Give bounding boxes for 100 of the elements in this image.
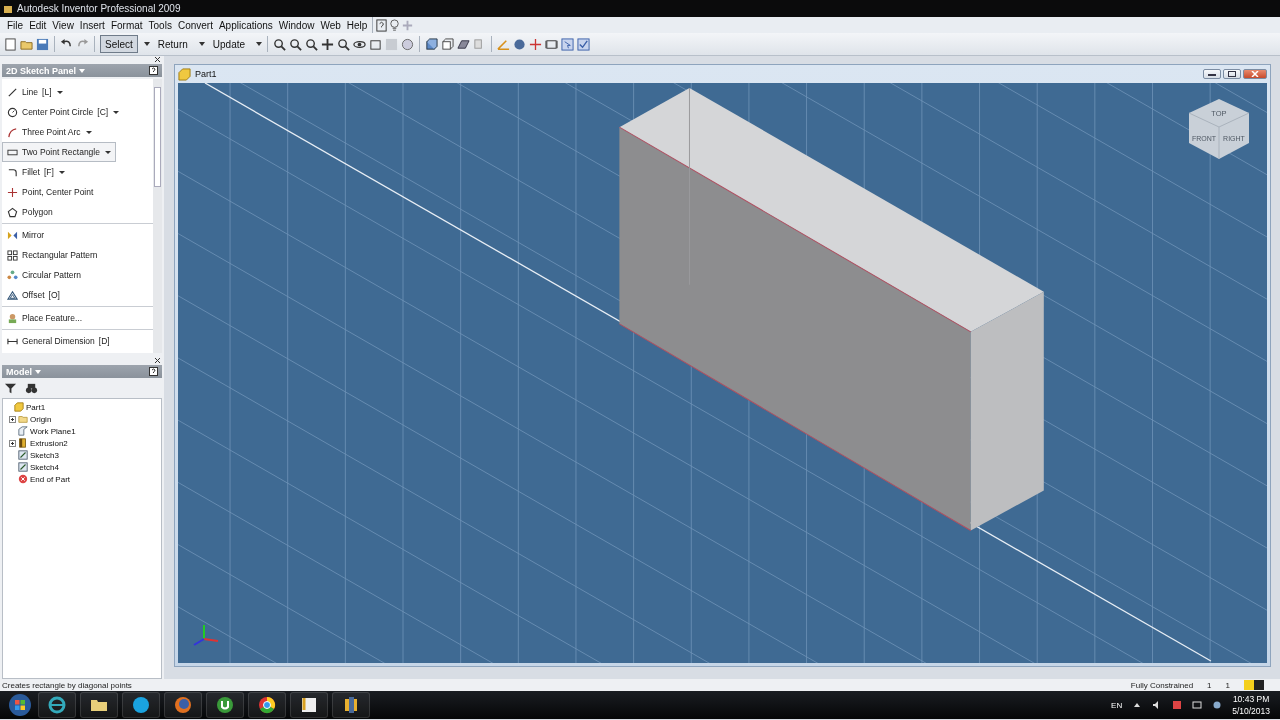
close-icon[interactable] bbox=[154, 56, 161, 63]
close-icon[interactable] bbox=[154, 357, 161, 364]
menu-item[interactable]: Format bbox=[107, 19, 146, 31]
taskbar-button[interactable] bbox=[206, 692, 244, 718]
menu-item[interactable]: Applications bbox=[215, 19, 276, 31]
scrollbar[interactable] bbox=[153, 79, 162, 353]
tool-item[interactable]: Two Point Rectangle bbox=[2, 142, 116, 162]
tool-item[interactable]: Place Feature... bbox=[2, 308, 106, 328]
color-swatch bbox=[1244, 680, 1264, 690]
taskbar-button[interactable] bbox=[332, 692, 370, 718]
caret-icon[interactable] bbox=[112, 108, 121, 116]
minimize-button[interactable] bbox=[1203, 69, 1221, 79]
crosshair-icon[interactable] bbox=[529, 37, 543, 51]
menu-item[interactable]: Tools bbox=[145, 19, 175, 31]
taskbar-button[interactable] bbox=[290, 692, 328, 718]
sketch-icon bbox=[18, 462, 28, 472]
box-icon[interactable] bbox=[441, 37, 455, 51]
zoom-icon[interactable] bbox=[273, 37, 287, 51]
polygon-icon bbox=[7, 206, 18, 218]
expand-icon[interactable] bbox=[9, 439, 16, 447]
menu-item[interactable]: Web bbox=[317, 19, 344, 31]
help-icon[interactable] bbox=[149, 367, 158, 376]
tool-item[interactable]: Rectangular Pattern bbox=[2, 245, 106, 265]
filter-icon[interactable] bbox=[4, 381, 17, 395]
tool-item[interactable]: Circular Pattern bbox=[2, 265, 106, 285]
tool-item[interactable]: Fillet [F] bbox=[2, 162, 106, 182]
taskbar-button[interactable] bbox=[38, 692, 76, 718]
window-title: Autodesk Inventor Professional 2009 bbox=[17, 3, 181, 14]
arc-icon bbox=[7, 126, 18, 138]
menu-item[interactable]: Help bbox=[343, 19, 371, 31]
taskbar-button[interactable] bbox=[164, 692, 202, 718]
minimize-icon bbox=[1208, 72, 1216, 76]
toolbar-button[interactable]: Update bbox=[207, 35, 251, 53]
tree-item[interactable]: End of Part bbox=[9, 473, 159, 485]
tool-item[interactable]: Line [L] bbox=[2, 82, 106, 102]
clock-time[interactable]: 10:43 PM bbox=[1232, 693, 1270, 705]
app-icon bbox=[299, 695, 319, 715]
browser-icon bbox=[257, 695, 277, 715]
caret-icon[interactable] bbox=[256, 41, 263, 47]
slice-icon[interactable] bbox=[545, 37, 559, 51]
save-icon[interactable] bbox=[36, 37, 49, 51]
tool-item[interactable]: Mirror bbox=[2, 225, 106, 245]
maximize-button[interactable] bbox=[1223, 69, 1241, 79]
browser-icon bbox=[173, 695, 193, 715]
new-icon[interactable] bbox=[4, 37, 17, 51]
view-icon[interactable] bbox=[369, 37, 383, 51]
tree-item[interactable]: Sketch3 bbox=[9, 449, 159, 461]
clock-date[interactable]: 5/10/2013 bbox=[1232, 705, 1270, 717]
taskbar-button[interactable] bbox=[80, 692, 118, 718]
zoom-icon[interactable] bbox=[305, 37, 319, 51]
menu-item[interactable]: Convert bbox=[174, 19, 216, 31]
circle-icon bbox=[7, 106, 18, 118]
close-icon bbox=[1251, 71, 1259, 77]
toolbar-button[interactable]: Select bbox=[100, 35, 138, 53]
language-indicator[interactable]: EN bbox=[1111, 700, 1123, 710]
browser-icon bbox=[47, 695, 67, 715]
cube-icon[interactable] bbox=[425, 37, 439, 51]
taskbar-button[interactable] bbox=[248, 692, 286, 718]
check-icon[interactable] bbox=[577, 37, 591, 51]
caret-icon[interactable] bbox=[55, 88, 64, 96]
menu-item[interactable]: Window bbox=[275, 19, 318, 31]
tool-item[interactable]: Point, Center Point bbox=[2, 182, 106, 202]
caret-icon[interactable] bbox=[84, 128, 93, 136]
select-icon[interactable] bbox=[561, 37, 575, 51]
toolbar-button[interactable]: Return bbox=[152, 35, 193, 53]
zoom-icon[interactable] bbox=[289, 37, 303, 51]
tool-item[interactable]: Three Point Arc bbox=[2, 122, 106, 142]
zoom-icon[interactable] bbox=[337, 37, 351, 51]
lightbulb-icon[interactable] bbox=[388, 18, 402, 32]
network-icon[interactable] bbox=[1192, 700, 1203, 710]
tree-item[interactable]: Origin bbox=[9, 413, 159, 425]
point-icon bbox=[7, 186, 18, 198]
menu-item[interactable]: Insert bbox=[76, 19, 108, 31]
status-count: 1 bbox=[1207, 680, 1212, 690]
taskbar-button[interactable] bbox=[122, 692, 160, 718]
tree-item[interactable]: Extrusion2 bbox=[9, 437, 159, 449]
pan-icon[interactable] bbox=[321, 37, 335, 51]
fillet-icon bbox=[7, 166, 18, 178]
caret-icon[interactable] bbox=[143, 41, 150, 47]
caret-icon[interactable] bbox=[103, 148, 112, 156]
plane-icon[interactable] bbox=[457, 37, 471, 51]
menu-item[interactable]: File bbox=[4, 19, 27, 31]
tool-item[interactable]: General Dimension [D] bbox=[2, 331, 114, 351]
tree-item[interactable]: Work Plane1 bbox=[9, 425, 159, 437]
binoculars-icon[interactable] bbox=[25, 381, 38, 395]
caret-icon[interactable] bbox=[57, 168, 66, 176]
menu-item[interactable]: Edit bbox=[26, 19, 50, 31]
start-button[interactable] bbox=[6, 692, 34, 718]
tree-item[interactable]: Part1 bbox=[5, 401, 159, 413]
tool-item[interactable]: Offset [O] bbox=[2, 285, 106, 305]
tool-item[interactable]: Center Point Circle [C] bbox=[2, 102, 125, 122]
mirror-icon bbox=[7, 229, 18, 241]
help-icon[interactable] bbox=[149, 66, 158, 75]
tree-item[interactable]: Sketch4 bbox=[9, 461, 159, 473]
close-button[interactable] bbox=[1243, 69, 1267, 79]
tool-item[interactable]: Polygon bbox=[2, 202, 106, 222]
menu-item[interactable]: View bbox=[49, 19, 77, 31]
caret-icon[interactable] bbox=[198, 41, 205, 47]
sphere-icon[interactable] bbox=[401, 37, 415, 51]
expand-icon[interactable] bbox=[9, 415, 16, 423]
